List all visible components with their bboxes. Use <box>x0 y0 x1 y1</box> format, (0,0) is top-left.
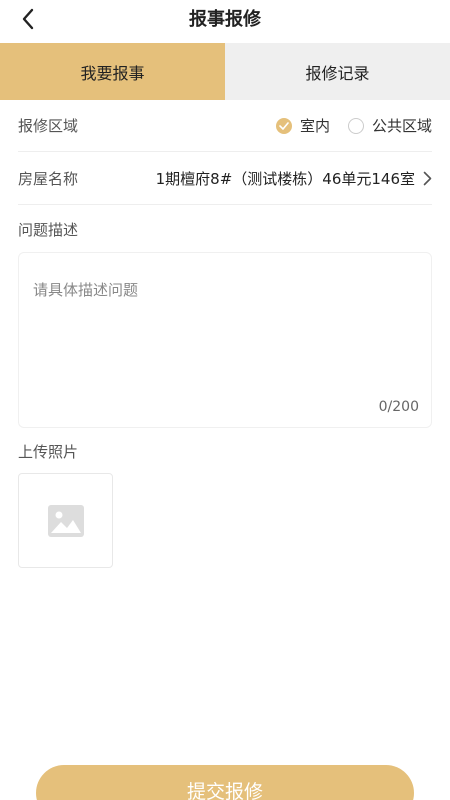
house-value: 1期檀府8#（测试楼栋）46单元146室 <box>155 170 415 188</box>
description-label: 问题描述 <box>18 221 79 239</box>
submit-button[interactable]: 提交报修 <box>36 765 414 800</box>
back-button[interactable] <box>12 4 44 34</box>
radio-unchecked-icon <box>347 117 364 134</box>
chevron-right-icon <box>423 171 432 186</box>
nav-bar: 报事报修 <box>0 0 450 40</box>
repair-area-options: 室内 公共区域 <box>258 115 432 136</box>
tab-repair-records[interactable]: 报修记录 <box>225 43 450 100</box>
house-label: 房屋名称 <box>18 170 79 188</box>
page-title: 报事报修 <box>189 9 261 30</box>
radio-public-area-label: 公共区域 <box>371 117 432 135</box>
image-placeholder-icon <box>47 504 84 537</box>
photos-label: 上传照片 <box>18 443 79 461</box>
radio-public-area[interactable]: 公共区域 <box>347 115 432 136</box>
char-counter: 0/200 <box>378 399 419 415</box>
repair-area-row: 报修区域 室内 公共区域 <box>18 100 432 152</box>
tab-report[interactable]: 我要报事 <box>0 43 225 100</box>
house-select[interactable]: 1期檀府8#（测试楼栋）46单元146室 <box>156 168 432 189</box>
house-row[interactable]: 房屋名称 1期檀府8#（测试楼栋）46单元146室 <box>18 153 432 205</box>
chevron-left-icon <box>22 8 34 30</box>
upload-photo-button[interactable] <box>18 473 113 568</box>
radio-indoor-label: 室内 <box>299 117 330 135</box>
tab-bar: 我要报事 报修记录 <box>0 43 450 100</box>
description-box: 0/200 <box>18 252 432 428</box>
description-input[interactable] <box>19 253 431 393</box>
radio-checked-icon <box>275 117 292 134</box>
repair-area-label: 报修区域 <box>18 117 79 135</box>
radio-indoor[interactable]: 室内 <box>275 115 330 136</box>
